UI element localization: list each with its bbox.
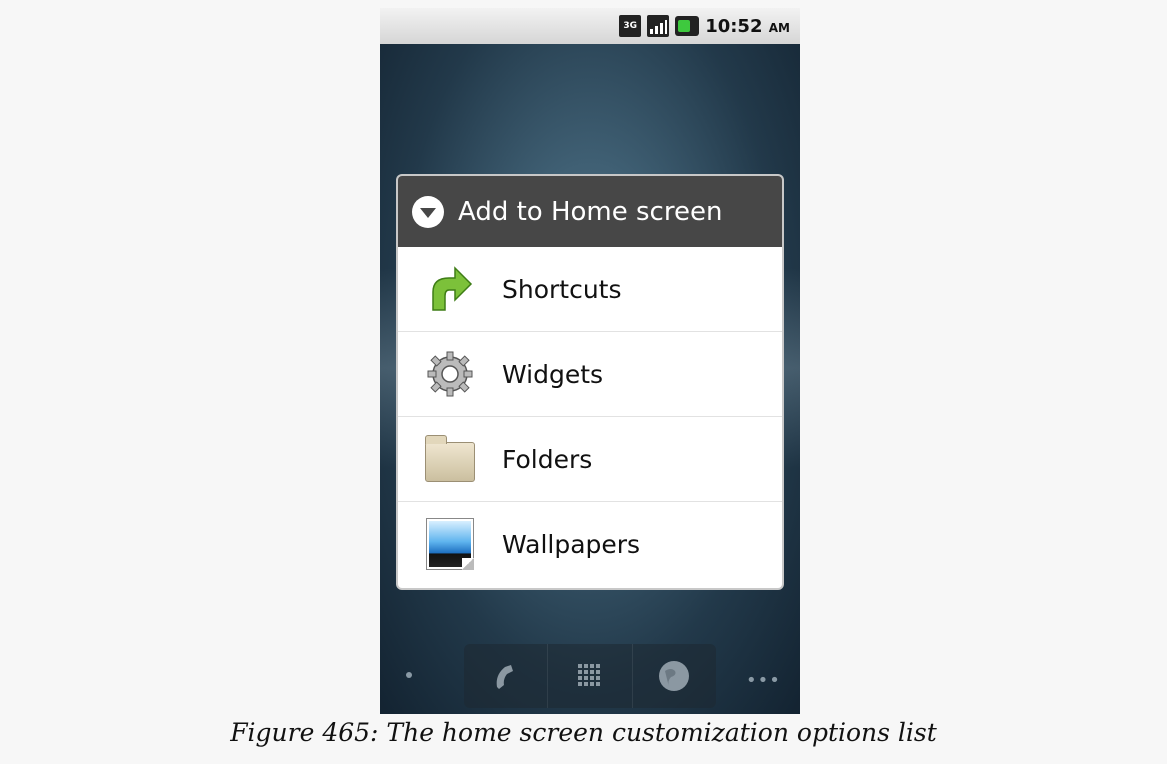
add-to-home-dialog: Add to Home screen Shortcuts Widgets Fol…: [398, 176, 782, 588]
option-label: Folders: [502, 444, 593, 474]
option-label: Shortcuts: [502, 274, 622, 304]
shortcut-arrow-icon: [424, 263, 476, 315]
dock: [464, 644, 716, 708]
battery-charging-icon: [675, 16, 700, 36]
option-label: Wallpapers: [502, 529, 641, 559]
app-drawer-icon[interactable]: [548, 644, 633, 708]
gear-icon: [424, 348, 476, 400]
phone-screen: 3G 10:52 AM Add to Home screen Shortcuts: [380, 8, 800, 714]
status-bar: 3G 10:52 AM: [380, 8, 800, 44]
clock: 10:52 AM: [705, 15, 790, 37]
option-shortcuts[interactable]: Shortcuts: [398, 247, 782, 332]
wallpaper-icon: [424, 518, 476, 570]
figure-caption: Figure 465: The home screen customizatio…: [230, 718, 937, 747]
option-folders[interactable]: Folders: [398, 417, 782, 502]
dropdown-circle-icon: [412, 195, 444, 228]
browser-icon[interactable]: [633, 644, 716, 708]
option-label: Widgets: [502, 359, 604, 389]
option-widgets[interactable]: Widgets: [398, 332, 782, 417]
more-dots-icon: •••: [746, 670, 781, 691]
folder-icon: [424, 433, 476, 485]
option-wallpapers[interactable]: Wallpapers: [398, 502, 782, 586]
page-indicator-dot: [406, 672, 412, 678]
signal-strength-icon: [647, 15, 670, 37]
phone-icon[interactable]: [464, 644, 549, 708]
dialog-title: Add to Home screen: [458, 196, 723, 227]
3g-network-icon: 3G: [619, 15, 642, 37]
dialog-header: Add to Home screen: [398, 176, 782, 247]
